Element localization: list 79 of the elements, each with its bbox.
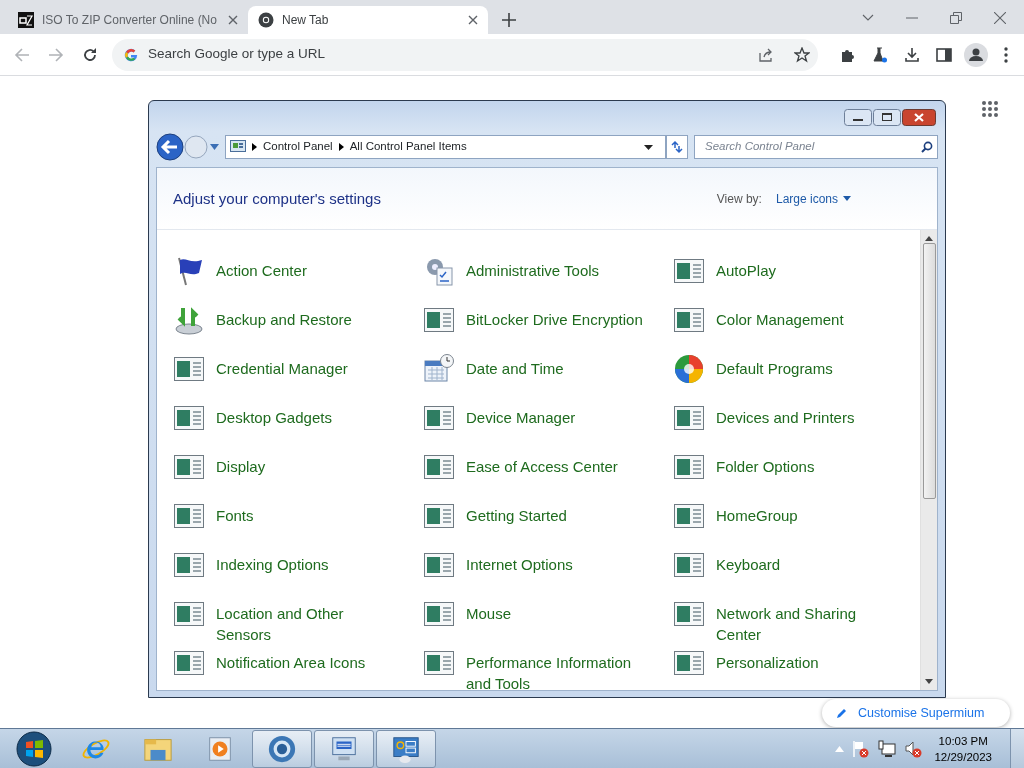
scroll-up-icon[interactable]: [925, 236, 933, 241]
view-by-dropdown[interactable]: Large icons: [775, 189, 851, 208]
control-panel-item[interactable]: Device Manager: [423, 398, 673, 447]
google-logo-icon: [124, 47, 138, 62]
taskbar-button[interactable]: [314, 729, 374, 768]
control-panel-item[interactable]: Ease of Access Center: [423, 447, 673, 496]
menu-icon[interactable]: [1004, 46, 1008, 63]
control-panel-item[interactable]: Mouse: [423, 594, 673, 643]
search-field[interactable]: Search Control Panel: [694, 135, 938, 159]
close-icon[interactable]: [228, 15, 238, 25]
control-panel-item[interactable]: Notification Area Icons: [173, 643, 423, 690]
control-panel-item[interactable]: Location and Other Sensors: [173, 594, 423, 643]
flask-icon[interactable]: [872, 46, 888, 63]
star-icon[interactable]: [794, 46, 810, 63]
address-bar[interactable]: Search Google or type a URL: [112, 38, 818, 71]
close-button[interactable]: [902, 108, 936, 126]
customise-button[interactable]: Customise Supermium: [822, 699, 1010, 727]
control-panel-item[interactable]: Backup and Restore: [173, 300, 423, 349]
dropdown-arrow-icon[interactable]: [644, 144, 653, 150]
show-desktop-button[interactable]: [1010, 728, 1024, 768]
clock-date: 12/29/2023: [934, 749, 992, 765]
chevron-down-icon[interactable]: [862, 14, 874, 22]
taskbar-button[interactable]: [376, 729, 436, 768]
caret-icon: [843, 196, 851, 201]
control-panel-item[interactable]: Internet Options: [423, 545, 673, 594]
scrollbar[interactable]: [920, 230, 937, 690]
search-icon[interactable]: [921, 141, 933, 153]
action-center-flag-icon[interactable]: [852, 739, 871, 758]
taskbar-button[interactable]: [252, 729, 312, 768]
browser-tab[interactable]: ISO To ZIP Converter Online (No: [8, 6, 248, 34]
speaker-muted-icon[interactable]: [904, 739, 923, 758]
maximize-button[interactable]: [873, 108, 901, 126]
arrow-right-icon: [252, 143, 257, 151]
chrome-logo-icon: [258, 12, 274, 28]
close-icon[interactable]: [468, 15, 478, 25]
new-tab-icon[interactable]: [502, 13, 516, 27]
arrow-right-icon: [338, 143, 344, 151]
address-bar[interactable]: Control Panel All Control Panel Items: [225, 135, 666, 159]
pencil-icon: [836, 707, 848, 719]
control-panel-item[interactable]: BitLocker Drive Encryption: [423, 300, 673, 349]
control-panel-item[interactable]: Action Center: [173, 251, 423, 300]
control-panel-item[interactable]: Indexing Options: [173, 545, 423, 594]
control-panel-item[interactable]: Performance Information and Tools: [423, 643, 673, 690]
control-panel-item[interactable]: Desktop Gadgets: [173, 398, 423, 447]
windows-orb-icon: [16, 730, 52, 767]
control-panel-item[interactable]: Getting Started: [423, 496, 673, 545]
site-logo-icon: [18, 12, 34, 28]
breadcrumb-link[interactable]: All Control Panel Items: [349, 138, 467, 156]
clock[interactable]: 10:03 PM 12/29/2023: [934, 732, 992, 765]
globe-icon: [673, 353, 705, 385]
control-panel-item[interactable]: Fonts: [173, 496, 423, 545]
control-panel-icon: [230, 140, 246, 154]
download-icon[interactable]: [904, 46, 920, 63]
calendar-icon: [423, 353, 455, 385]
scroll-down-icon[interactable]: [925, 679, 933, 684]
history-dropdown-icon[interactable]: [210, 144, 219, 150]
breadcrumb-link[interactable]: Control Panel: [263, 138, 333, 156]
refresh-button[interactable]: [666, 135, 688, 159]
view-by-label: View by:: [716, 190, 762, 208]
page-heading: Adjust your computer's settings: [173, 189, 382, 208]
control-panel-item[interactable]: Date and Time: [423, 349, 673, 398]
scrollbar-thumb[interactable]: [922, 243, 936, 499]
control-panel-item[interactable]: Credential Manager: [173, 349, 423, 398]
browser-icon: [267, 733, 297, 764]
minimize-button[interactable]: [844, 108, 872, 126]
share-icon[interactable]: [758, 46, 774, 63]
browser-tab[interactable]: New Tab: [248, 6, 488, 34]
close-icon[interactable]: [994, 12, 1006, 24]
reload-icon[interactable]: [82, 46, 98, 63]
clock-time: 10:03 PM: [937, 733, 989, 749]
back-button[interactable]: [156, 133, 184, 161]
apps-grid-icon[interactable]: [981, 100, 999, 118]
address-input[interactable]: Search Google or type a URL: [146, 43, 750, 66]
restore-icon[interactable]: [950, 12, 962, 24]
control-panel-item[interactable]: Display: [173, 447, 423, 496]
control-panel-item[interactable]: Administrative Tools: [423, 251, 673, 300]
side-panel-icon[interactable]: [936, 46, 952, 63]
profile-icon[interactable]: [964, 42, 988, 67]
network-icon[interactable]: [878, 739, 897, 758]
